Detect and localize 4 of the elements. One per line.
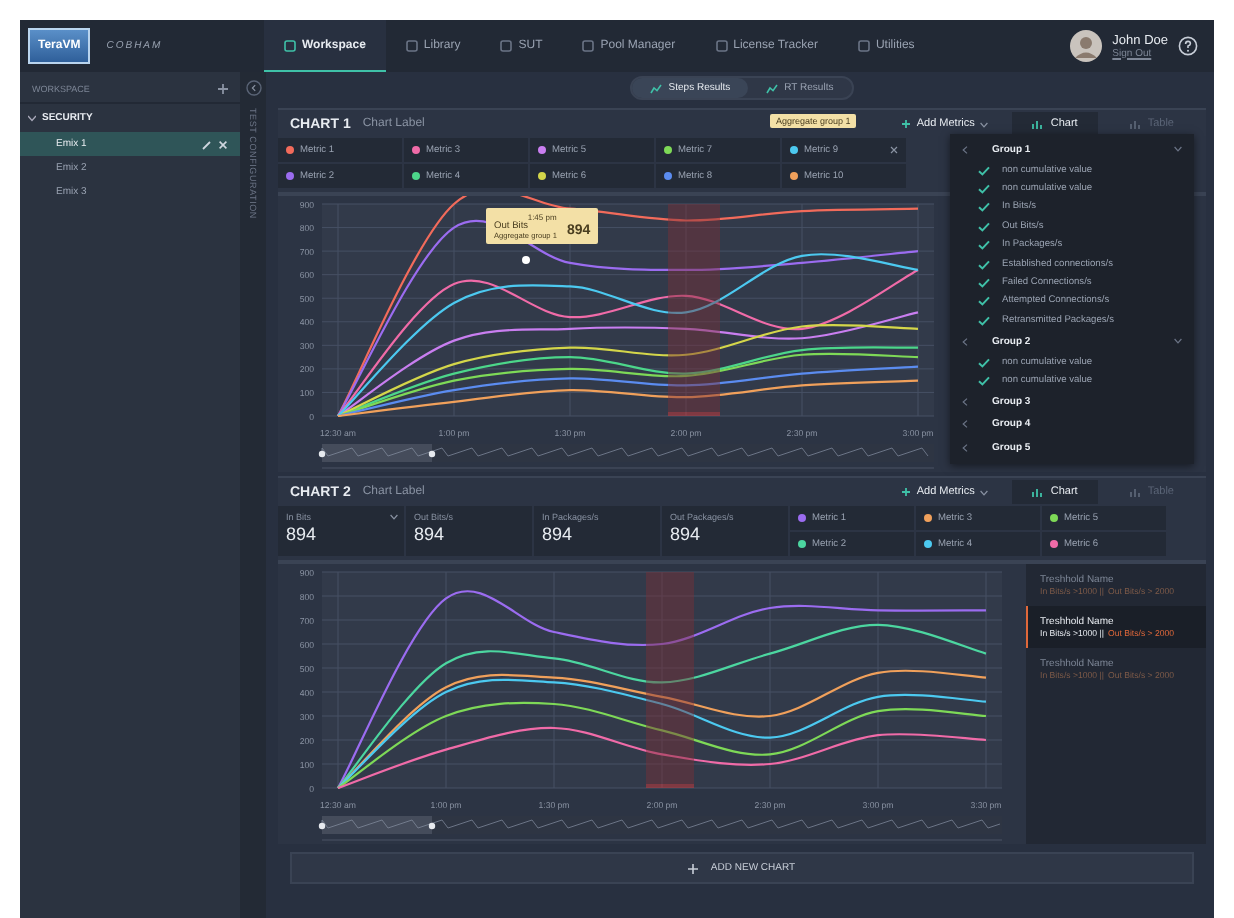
stat-value: 894 <box>670 524 703 544</box>
stat-value: 894 <box>286 524 319 544</box>
stat-value: 894 <box>542 524 575 544</box>
stat-value: 894 <box>414 524 447 544</box>
